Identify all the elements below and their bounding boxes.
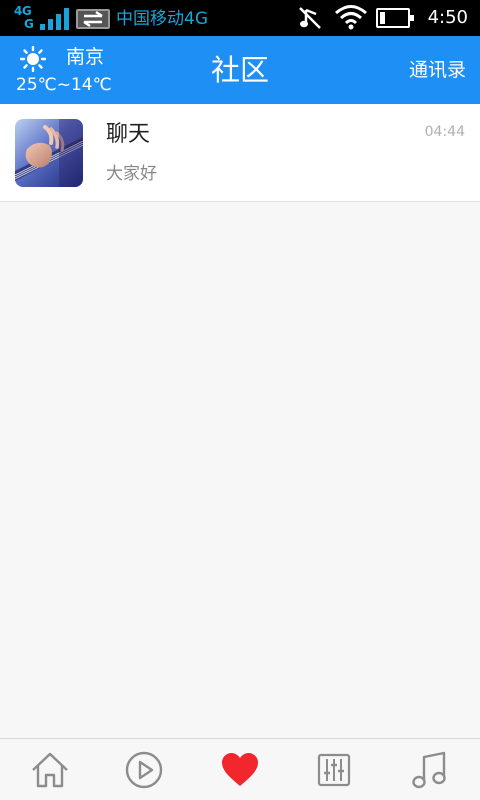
app-header: 南京 25℃~14℃ 社区 通讯录: [0, 36, 480, 104]
status-bar: 4G G 中国移动4G 4:50: [0, 0, 480, 36]
guitar-avatar: [15, 119, 83, 187]
chat-time: 04:44: [424, 124, 465, 140]
tab-favorites[interactable]: [192, 739, 288, 800]
tab-play[interactable]: [96, 739, 192, 800]
mute-icon: [298, 6, 322, 30]
tab-home[interactable]: [2, 739, 98, 800]
contacts-button[interactable]: 通讯录: [409, 56, 466, 84]
battery-icon: [376, 8, 414, 28]
equalizer-icon: [317, 753, 351, 787]
chat-list: 聊天 大家好 04:44: [0, 104, 480, 202]
bottom-tab-bar: [0, 738, 480, 800]
play-icon: [125, 751, 163, 789]
data-transfer-icon: [76, 9, 110, 29]
chat-name: 聊天: [106, 122, 151, 147]
network-type-top: 4G: [14, 4, 32, 18]
tab-music[interactable]: [382, 739, 478, 800]
music-note-icon: [412, 751, 446, 789]
clock: 4:50: [427, 7, 468, 28]
heart-icon: [222, 753, 258, 786]
list-item[interactable]: 聊天 大家好 04:44: [0, 104, 480, 202]
home-icon: [32, 752, 68, 788]
chat-last-message: 大家好: [106, 164, 157, 184]
tab-equalizer[interactable]: [286, 739, 382, 800]
network-type-bottom: G: [24, 17, 34, 31]
carrier-name: 中国移动4G: [116, 9, 208, 29]
signal-icon: 4G G: [14, 5, 72, 33]
wifi-icon: [334, 4, 368, 30]
